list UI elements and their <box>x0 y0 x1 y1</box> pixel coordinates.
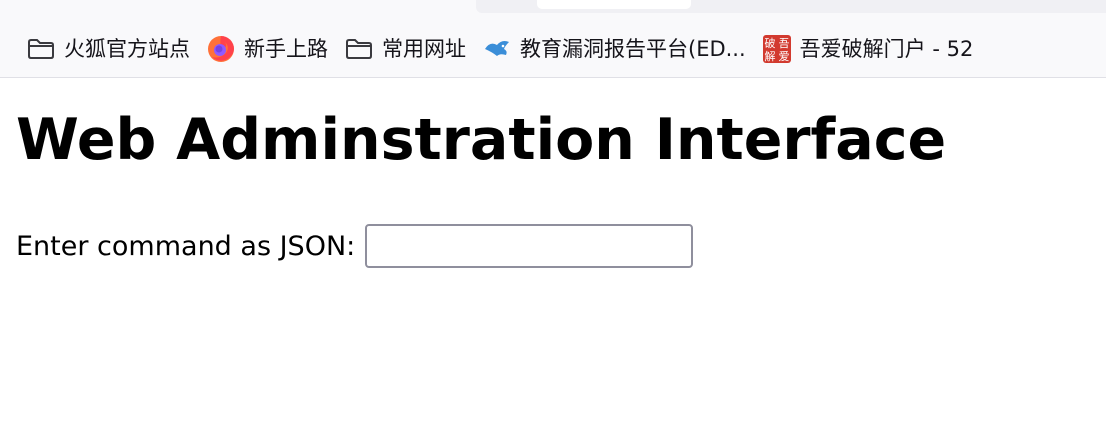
bookmark-firefox-official-sites[interactable]: 火狐官方站点 <box>22 31 194 67</box>
command-json-input[interactable] <box>365 224 694 268</box>
bookmark-label: 常用网址 <box>382 37 466 61</box>
bookmarks-toolbar: 火狐官方站点 新手上路 常用网址 教育漏洞报告平台(ED... 破 吾 解 爱 … <box>0 26 1106 72</box>
command-label: Enter command as JSON: <box>16 230 356 262</box>
bookmark-common-sites[interactable]: 常用网址 <box>340 31 470 67</box>
bookmark-label: 吾爱破解门户 - 52 <box>799 37 974 61</box>
folder-icon <box>344 34 374 64</box>
svg-text:解: 解 <box>764 49 775 63</box>
52pojie-seal-icon: 破 吾 解 爱 <box>762 34 792 64</box>
bookmark-52pojie[interactable]: 破 吾 解 爱 吾爱破解门户 - 52 <box>758 31 978 67</box>
browser-toolbar: 火狐官方站点 新手上路 常用网址 教育漏洞报告平台(ED... 破 吾 解 爱 … <box>0 0 1106 78</box>
bookmark-edusrc[interactable]: 教育漏洞报告平台(ED... <box>478 31 750 67</box>
svg-text:爱: 爱 <box>778 50 789 63</box>
svg-text:破: 破 <box>764 36 775 50</box>
bookmark-getting-started[interactable]: 新手上路 <box>202 31 332 67</box>
page-title: Web Adminstration Interface <box>16 107 947 173</box>
bookmark-label: 火狐官方站点 <box>64 37 190 61</box>
active-tab-edge[interactable] <box>537 0 691 9</box>
bookmark-label: 新手上路 <box>244 37 328 61</box>
page-content: Web Adminstration Interface Enter comman… <box>0 78 1106 441</box>
folder-icon <box>26 34 56 64</box>
edusrc-bird-icon <box>482 34 512 64</box>
command-form: Enter command as JSON: <box>16 223 694 269</box>
svg-text:吾: 吾 <box>778 37 789 50</box>
firefox-logo-icon <box>206 34 236 64</box>
bookmark-label: 教育漏洞报告平台(ED... <box>520 37 746 61</box>
